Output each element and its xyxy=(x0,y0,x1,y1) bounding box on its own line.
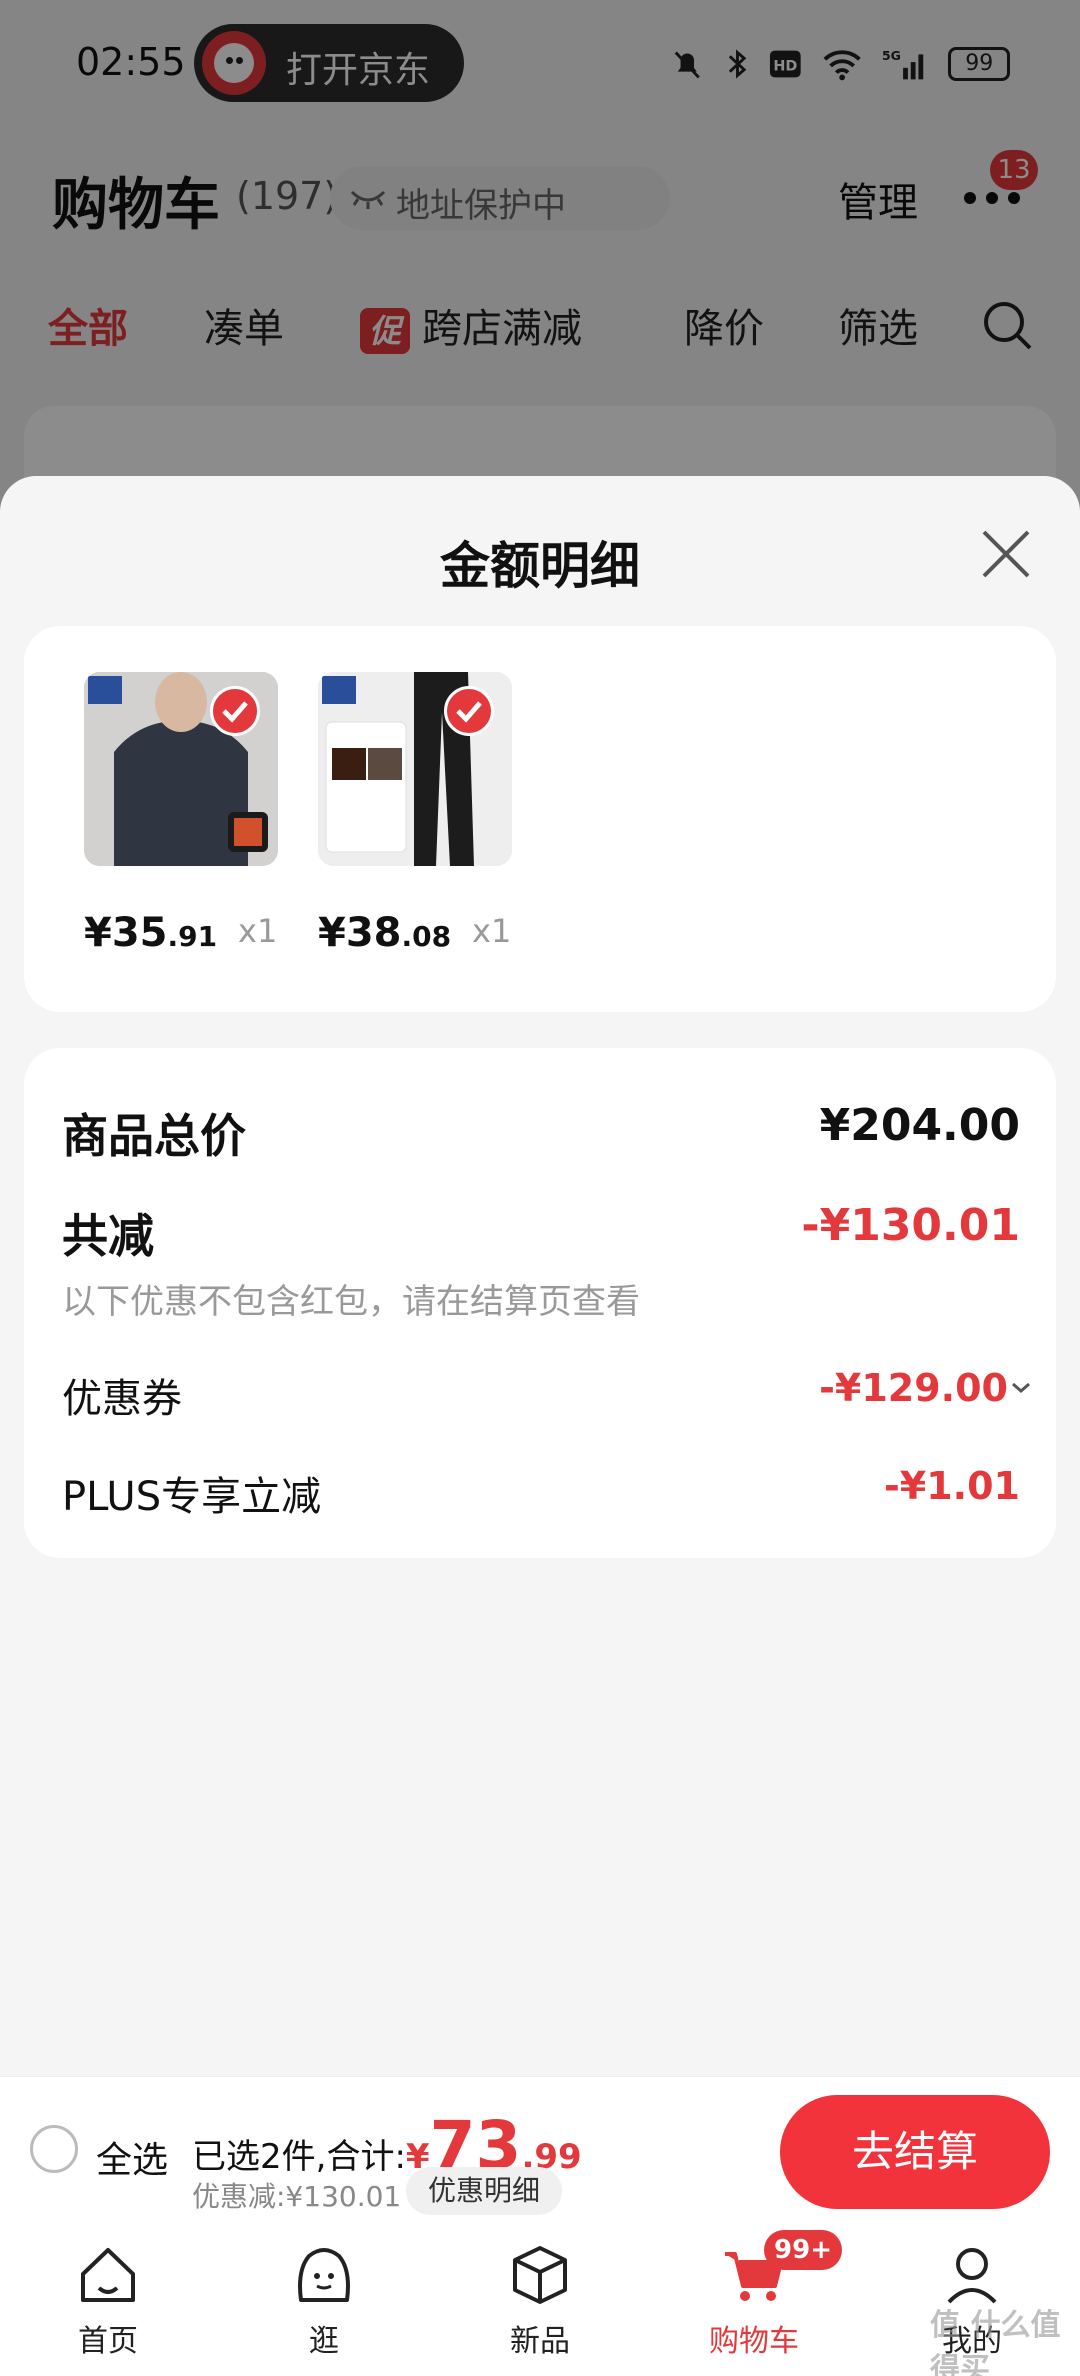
chevron-down-icon xyxy=(1012,1382,1030,1393)
tab-browse[interactable]: 逛 xyxy=(254,2240,394,2360)
tab-home[interactable]: 首页 xyxy=(38,2240,178,2360)
product-summary-card: ¥35.91 x1 ¥38.08 x1 xyxy=(24,626,1056,1012)
selected-count-text: 已选2件,合计: xyxy=(192,2137,406,2177)
home-icon xyxy=(81,2248,135,2302)
plus-discount-value: -¥1.01 xyxy=(884,1464,1020,1508)
reduce-note: 以下优惠不包含红包，请在结算页查看 xyxy=(62,1282,640,1322)
bottom-tab-bar: 首页 逛 新品 购物车 99+ 我的 xyxy=(0,2226,1080,2376)
tab-new[interactable]: 新品 xyxy=(470,2240,610,2360)
product-image-sweater xyxy=(84,672,278,866)
coupon-value: -¥129.00 xyxy=(819,1366,1008,1410)
product-price: ¥38.08 xyxy=(318,910,452,956)
tab-new-label: 新品 xyxy=(510,2324,570,2359)
total-price-value: ¥204.00 xyxy=(819,1100,1020,1151)
product-price: ¥35.91 xyxy=(84,910,218,956)
selected-check-icon xyxy=(444,686,494,736)
total-price-label: 商品总价 xyxy=(62,1109,246,1163)
tab-home-label: 首页 xyxy=(78,2324,138,2359)
close-icon[interactable] xyxy=(978,526,1034,582)
plus-discount-label: PLUS专享立减 xyxy=(62,1474,322,1520)
product-qty: x1 xyxy=(238,912,278,950)
tab-browse-label: 逛 xyxy=(309,2324,339,2359)
cart-badge: 99+ xyxy=(764,2230,842,2270)
total-reduce-label: 共减 xyxy=(62,1209,154,1263)
tab-cart-label: 购物车 xyxy=(709,2324,799,2359)
product-image-pants xyxy=(318,672,512,866)
select-all-label[interactable]: 全选 xyxy=(96,2131,168,2183)
select-all-radio[interactable] xyxy=(30,2125,78,2173)
browse-icon xyxy=(298,2248,350,2302)
selected-check-icon xyxy=(210,686,260,736)
checkout-bar: 全选 已选2件,合计:¥73.99 优惠减:¥130.01 优惠明细 去结算 xyxy=(0,2076,1080,2226)
box-icon xyxy=(513,2246,567,2304)
coupon-label: 优惠券 xyxy=(62,1376,182,1422)
price-detail-card: 商品总价 ¥204.00 共减 -¥130.01 以下优惠不包含红包，请在结算页… xyxy=(24,1048,1056,1558)
watermark: 值 什么值得买 xyxy=(930,2308,1061,2376)
checkout-button[interactable]: 去结算 xyxy=(780,2095,1050,2209)
total-reduce-value: -¥130.01 xyxy=(801,1200,1020,1251)
sheet-title: 金额明细 xyxy=(440,537,640,595)
product-qty: x1 xyxy=(472,912,512,950)
discount-detail-button[interactable]: 优惠明细 xyxy=(406,2167,562,2215)
discount-summary: 优惠减:¥130.01 xyxy=(192,2180,402,2213)
